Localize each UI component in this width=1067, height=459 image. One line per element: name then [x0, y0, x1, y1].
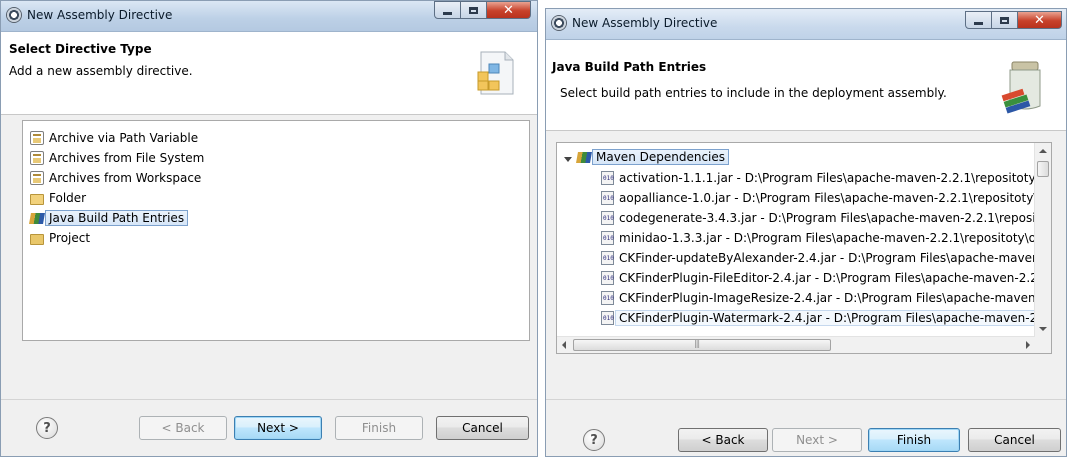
close-button[interactable]: ✕ [487, 1, 531, 19]
archive-icon [30, 171, 44, 185]
help-icon[interactable]: ? [583, 429, 605, 451]
build-path-entries-tree[interactable]: Maven Dependencies activation-1.1.1.jar … [556, 142, 1052, 354]
tree-entry-jar[interactable]: CKFinderPlugin-FileEditor-2.4.jar - D:\P… [601, 269, 1038, 287]
tree-entry-jar[interactable]: activation-1.1.1.jar - D:\Program Files\… [601, 169, 1040, 187]
tree-entry-label: minidao-1.3.3.jar - D:\Program Files\apa… [619, 231, 1037, 245]
jar-file-icon [601, 291, 614, 305]
right-header-banner: Java Build Path Entries Select build pat… [546, 40, 1066, 131]
jar-file-icon [601, 231, 614, 245]
tree-entry-jar[interactable]: codegenerate-3.4.3.jar - D:\Program File… [601, 209, 1036, 227]
scroll-corner [1035, 337, 1051, 353]
cancel-button[interactable]: Cancel [968, 428, 1061, 452]
right-title-bar[interactable]: New Assembly Directive ✕ [546, 9, 1066, 40]
vertical-scroll-thumb[interactable] [1037, 161, 1049, 177]
right-window-controls: ✕ [965, 11, 1062, 31]
left-window-title: New Assembly Directive [27, 8, 173, 22]
list-item-java-build-path-entries[interactable]: Java Build Path Entries [29, 209, 189, 227]
scroll-down-arrow-icon[interactable] [1039, 327, 1047, 331]
left-header-title: Select Directive Type [9, 42, 152, 56]
footer-separator [546, 399, 1066, 400]
tree-entry-label: CKFinderPlugin-FileEditor-2.4.jar - D:\P… [619, 271, 1038, 285]
left-dialog-window: New Assembly Directive ✕ Select Directiv… [0, 0, 538, 457]
tree-entry-jar[interactable]: minidao-1.3.3.jar - D:\Program Files\apa… [601, 229, 1036, 247]
eclipse-app-icon [552, 16, 566, 30]
jar-file-icon [601, 311, 614, 325]
tree-entry-jar[interactable]: aopalliance-1.0.jar - D:\Program Files\a… [601, 189, 1037, 207]
scroll-up-arrow-icon[interactable] [1039, 149, 1047, 153]
back-button[interactable]: < Back [678, 428, 768, 452]
list-item-project[interactable]: Project [30, 229, 90, 247]
list-item-archives-from-workspace[interactable]: Archives from Workspace [30, 169, 201, 187]
library-icon [576, 151, 592, 163]
jar-file-icon [601, 211, 614, 225]
maximize-button[interactable] [461, 1, 487, 19]
cancel-button[interactable]: Cancel [436, 416, 529, 440]
minimize-button[interactable] [434, 1, 461, 19]
left-header-banner: Select Directive Type Add a new assembly… [1, 32, 537, 115]
wizard-banner-icon [477, 51, 514, 95]
list-item-label: Archive via Path Variable [49, 131, 199, 145]
tree-entry-jar[interactable]: CKFinderPlugin-ImageResize-2.4.jar - D:\… [601, 289, 1036, 307]
jar-file-icon [601, 191, 614, 205]
right-dialog-window: New Assembly Directive ✕ Java Build Path… [545, 8, 1067, 457]
finish-button[interactable]: Finish [868, 428, 960, 452]
tree-entry-label: codegenerate-3.4.3.jar - D:\Program File… [619, 211, 1036, 225]
archive-icon [30, 131, 44, 145]
back-button[interactable]: < Back [139, 416, 227, 440]
library-icon [29, 212, 45, 224]
tree-node-label: Maven Dependencies [592, 149, 730, 165]
list-item-label: Folder [49, 191, 87, 205]
tree-entry-jar[interactable]: CKFinderPlugin-Watermark-2.4.jar - D:\Pr… [601, 309, 1042, 327]
jar-file-icon [601, 251, 614, 265]
finish-button[interactable]: Finish [335, 416, 423, 440]
horizontal-scroll-thumb[interactable] [573, 339, 831, 351]
list-item-archives-from-file-system[interactable]: Archives from File System [30, 149, 204, 167]
list-item-folder[interactable]: Folder [30, 189, 86, 207]
left-header-description: Add a new assembly directive. [9, 64, 193, 78]
eclipse-app-icon [7, 8, 21, 22]
list-item-label: Archives from Workspace [49, 171, 202, 185]
right-header-title: Java Build Path Entries [552, 60, 707, 74]
help-icon[interactable]: ? [36, 417, 58, 439]
maximize-button[interactable] [992, 11, 1018, 29]
close-button[interactable]: ✕ [1018, 11, 1062, 29]
jar-file-icon [601, 171, 614, 185]
minimize-button[interactable] [965, 11, 992, 29]
tree-entry-label: activation-1.1.1.jar - D:\Program Files\… [619, 171, 1040, 185]
tree-entry-label: aopalliance-1.0.jar - D:\Program Files\a… [619, 191, 1038, 205]
right-header-description: Select build path entries to include in … [560, 86, 947, 100]
tree-entry-label: CKFinderPlugin-Watermark-2.4.jar - D:\Pr… [615, 310, 1042, 326]
tree-node-maven-dependencies[interactable]: Maven Dependencies [576, 148, 730, 166]
list-item-label: Archives from File System [49, 151, 205, 165]
footer-separator [1, 399, 537, 400]
vertical-scrollbar[interactable] [1034, 143, 1051, 337]
list-item-archive-via-path-variable[interactable]: Archive via Path Variable [30, 129, 198, 147]
list-item-label: Project [49, 231, 91, 245]
jar-file-icon [601, 271, 614, 285]
tree-entry-jar[interactable]: CKFinder-updateByAlexander-2.4.jar - D:\… [601, 249, 1037, 267]
scroll-right-arrow-icon[interactable] [1026, 341, 1030, 349]
directive-type-list[interactable]: Archive via Path Variable Archives from … [22, 120, 530, 341]
next-button[interactable]: Next > [772, 428, 862, 452]
tree-expand-arrow-icon[interactable] [564, 157, 572, 162]
folder-icon [30, 193, 44, 205]
tree-entry-label: CKFinderPlugin-ImageResize-2.4.jar - D:\… [619, 291, 1036, 305]
left-title-bar[interactable]: New Assembly Directive ✕ [1, 1, 537, 32]
left-window-controls: ✕ [434, 1, 531, 21]
horizontal-scrollbar[interactable] [557, 336, 1035, 353]
jar-library-banner-icon [1001, 61, 1041, 114]
archive-icon [30, 151, 44, 165]
project-folder-icon [30, 233, 44, 245]
scroll-left-arrow-icon[interactable] [562, 341, 566, 349]
list-item-label: Java Build Path Entries [45, 210, 189, 226]
next-button[interactable]: Next > [234, 416, 322, 440]
right-window-title: New Assembly Directive [572, 16, 718, 30]
tree-entry-label: CKFinder-updateByAlexander-2.4.jar - D:\… [619, 251, 1037, 265]
